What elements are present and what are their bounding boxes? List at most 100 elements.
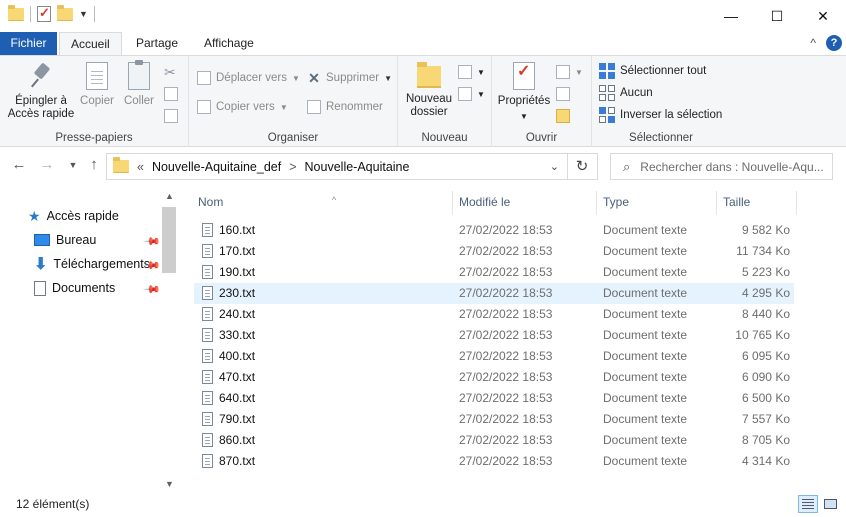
table-row[interactable]: 640.txt 27/02/2022 18:53 Document texte 6 5…	[194, 388, 794, 409]
table-row[interactable]: 190.txt 27/02/2022 18:53 Document texte 5 2…	[194, 262, 794, 283]
column-header-size[interactable]: Taille	[717, 191, 797, 215]
pin-icon	[28, 62, 54, 90]
properties-button[interactable]: Propriétés ▼	[496, 62, 552, 123]
file-list: Nom ^ Modifié le Type Taille 160.txt 27/0…	[178, 185, 846, 489]
file-modified: 27/02/2022 18:53	[459, 286, 553, 300]
delete-x-icon: ✕	[308, 70, 320, 86]
file-type: Document texte	[603, 349, 688, 363]
navigation-bar: ← → ▼ ↑ « Nouvelle-Aquitaine_def > Nouve…	[0, 147, 846, 185]
column-header-modified[interactable]: Modifié le	[453, 191, 597, 215]
pin-label-1: Épingler à	[15, 95, 67, 107]
address-bar[interactable]: « Nouvelle-Aquitaine_def > Nouvelle-Aqui…	[106, 153, 568, 180]
new-item-icon	[458, 65, 472, 79]
chevron-down-icon: ▼	[575, 67, 583, 77]
file-name: 330.txt	[219, 328, 256, 342]
file-modified: 27/02/2022 18:53	[459, 433, 553, 447]
table-row[interactable]: 170.txt 27/02/2022 18:53 Document texte 11 …	[194, 241, 794, 262]
copy-button[interactable]: Copier	[78, 62, 116, 108]
paste-button[interactable]: Coller	[120, 60, 158, 108]
cut-button[interactable]: ✂	[164, 62, 176, 82]
rename-button[interactable]: Renommer	[307, 97, 383, 117]
rename-label: Renommer	[326, 101, 383, 113]
desktop-icon	[34, 234, 50, 246]
select-all-button[interactable]: Sélectionner tout	[599, 61, 706, 81]
large-icons-view-button[interactable]	[820, 495, 840, 513]
file-name: 470.txt	[219, 370, 256, 384]
text-file-icon	[202, 454, 213, 468]
file-modified: 27/02/2022 18:53	[459, 370, 553, 384]
table-row[interactable]: 400.txt 27/02/2022 18:53 Document texte 6 0…	[194, 346, 794, 367]
invert-selection-button[interactable]: Inverser la sélection	[599, 105, 722, 125]
sidebar-item-quick-access[interactable]: ★ Accès rapide	[28, 205, 119, 227]
details-view-button[interactable]	[798, 495, 818, 513]
invert-selection-label: Inverser la sélection	[620, 109, 723, 121]
history-button[interactable]	[556, 106, 570, 126]
sidebar-item-label: Documents	[52, 281, 116, 295]
table-row[interactable]: 790.txt 27/02/2022 18:53 Document texte 7 5…	[194, 409, 794, 430]
file-name: 860.txt	[219, 433, 256, 447]
navigation-scrollbar[interactable]: ▲ ▼	[161, 189, 178, 491]
tab-view[interactable]: Affichage	[193, 32, 265, 55]
paste-shortcut-button[interactable]	[164, 106, 178, 126]
customize-toolbar-chevron-icon[interactable]: ▼	[79, 9, 88, 19]
new-item-button[interactable]: ▼	[458, 62, 485, 82]
select-none-button[interactable]: Aucun	[599, 83, 653, 103]
text-file-icon	[202, 244, 213, 258]
folder-icon	[113, 157, 129, 173]
scroll-down-chevron-icon[interactable]: ▼	[161, 479, 178, 489]
search-input[interactable]: ⌕ Rechercher dans : Nouvelle-Aqu...	[610, 153, 833, 180]
edit-button[interactable]	[556, 84, 570, 104]
tab-share[interactable]: Partage	[125, 32, 189, 55]
file-size: 6 090 Ko	[741, 370, 790, 384]
file-type: Document texte	[603, 370, 688, 384]
invert-selection-icon	[599, 107, 615, 123]
copy-to-button[interactable]: Copier vers ▼	[197, 97, 288, 117]
rename-icon	[307, 100, 321, 114]
file-modified: 27/02/2022 18:53	[459, 391, 553, 405]
column-header-type[interactable]: Type	[597, 191, 717, 215]
table-row[interactable]: 160.txt 27/02/2022 18:53 Document texte 9 5…	[194, 220, 794, 241]
new-folder-button[interactable]: Nouveau dossier	[404, 62, 454, 119]
column-header-name[interactable]: Nom ^	[192, 191, 453, 215]
copy-to-label: Copier vers	[216, 101, 275, 113]
text-file-icon	[202, 223, 213, 237]
table-row[interactable]: 240.txt 27/02/2022 18:53 Document texte 8 4…	[194, 304, 794, 325]
close-button[interactable]: ✕	[800, 0, 846, 32]
history-icon	[556, 109, 570, 123]
tab-home[interactable]: Accueil	[59, 32, 122, 55]
text-file-icon	[202, 391, 213, 405]
minimize-button[interactable]: —	[708, 0, 754, 32]
scroll-up-chevron-icon[interactable]: ▲	[161, 191, 178, 201]
open-button[interactable]: ▼	[556, 62, 583, 82]
move-to-button[interactable]: Déplacer vers ▼	[197, 68, 300, 88]
refresh-button[interactable]: ↻	[567, 153, 598, 180]
back-arrow-icon[interactable]: ←	[10, 156, 28, 176]
address-dropdown-chevron-icon[interactable]: ⌄	[550, 160, 559, 173]
table-row[interactable]: 330.txt 27/02/2022 18:53 Document texte 10 …	[194, 325, 794, 346]
pin-quick-access-button[interactable]: Épingler à Accès rapide	[6, 62, 76, 121]
delete-button[interactable]: ✕ Supprimer ▼	[307, 68, 392, 88]
documents-icon	[34, 280, 46, 296]
file-name: 160.txt	[219, 223, 256, 237]
copy-path-button[interactable]	[164, 84, 178, 104]
recent-locations-chevron-icon[interactable]: ▼	[64, 160, 82, 180]
maximize-button[interactable]: ☐	[754, 0, 800, 32]
table-row[interactable]: 470.txt 27/02/2022 18:53 Document texte 6 0…	[194, 367, 794, 388]
breadcrumb-nouvelle-aquitaine-def[interactable]: Nouvelle-Aquitaine_def	[152, 160, 281, 174]
easy-access-button[interactable]: ▼	[458, 84, 485, 104]
file-type: Document texte	[603, 307, 688, 321]
help-icon[interactable]: ?	[826, 35, 842, 51]
new-folder-quick-icon[interactable]	[57, 4, 73, 21]
breadcrumb-overflow[interactable]: «	[137, 160, 144, 174]
breadcrumb-nouvelle-aquitaine[interactable]: Nouvelle-Aquitaine	[305, 160, 410, 174]
table-row[interactable]: 860.txt 27/02/2022 18:53 Document texte 8 7…	[194, 430, 794, 451]
table-row[interactable]: 870.txt 27/02/2022 18:53 Document texte 4 3…	[194, 451, 794, 472]
forward-arrow-icon[interactable]: →	[38, 156, 56, 176]
organize-group: Déplacer vers ▼ Copier vers ▼ ✕ Supprime…	[189, 56, 398, 147]
properties-quick-icon[interactable]	[37, 5, 51, 22]
tab-file[interactable]: Fichier	[0, 32, 57, 55]
scrollbar-thumb[interactable]	[162, 207, 176, 273]
up-arrow-icon[interactable]: ↑	[85, 156, 103, 176]
collapse-ribbon-icon[interactable]: ^	[810, 36, 816, 50]
table-row[interactable]: 230.txt 27/02/2022 18:53 Document texte 4 2…	[194, 283, 794, 304]
